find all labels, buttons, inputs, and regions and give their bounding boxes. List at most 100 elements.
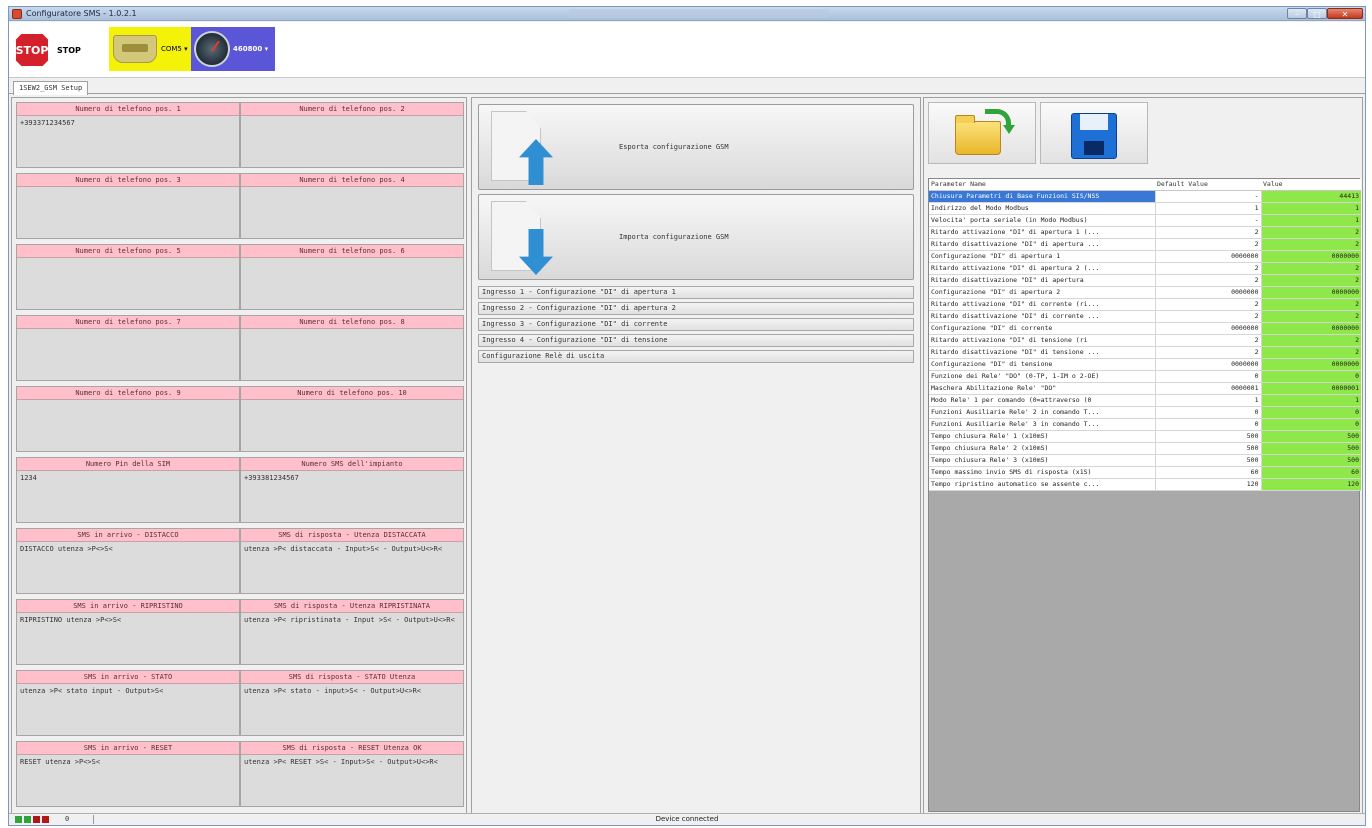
field-input[interactable]: utenza >P< stato - input>S< - Output>U<>… — [241, 684, 463, 699]
field-input[interactable]: utenza >P< distaccata - Input>S< - Outpu… — [241, 542, 463, 557]
cell-value[interactable]: 0 — [1260, 370, 1361, 383]
table-row[interactable]: Tempo chiusura Rele' 2 (x10mS) 500 500 — [929, 442, 1361, 455]
field-input[interactable] — [241, 400, 463, 404]
cell-value[interactable]: 0000000 — [1260, 286, 1361, 299]
stop-sign-icon: STOP — [13, 31, 51, 69]
table-row[interactable]: Tempo massimo invio SMS di risposta (x1S… — [929, 466, 1361, 479]
cell-value[interactable]: 120 — [1260, 478, 1361, 491]
table-row[interactable]: Ritardo disattivazione "DI" di apertura … — [929, 238, 1361, 251]
minimize-button[interactable]: – — [1287, 8, 1307, 19]
table-row[interactable]: Configurazione "DI" di apertura 2 0000000… — [929, 286, 1361, 299]
col-header-name[interactable]: Parameter Name — [929, 179, 1155, 191]
list-item-ingresso-4[interactable]: Ingresso 4 - Configurazione "DI" di tens… — [478, 334, 914, 347]
close-button[interactable]: ✕ — [1327, 8, 1363, 19]
cell-value[interactable]: 0000001 — [1260, 382, 1361, 395]
stop-button[interactable]: STOP STOP — [13, 28, 105, 72]
field-label: Numero di telefono pos. 9 — [17, 387, 239, 400]
field-input[interactable] — [241, 329, 463, 333]
table-row[interactable]: Configurazione "DI" di corrente 0000000 00… — [929, 322, 1361, 335]
table-row[interactable]: Funzione dei Rele' "DO" (0-TP, 1-IM o 2-… — [929, 370, 1361, 383]
table-row[interactable]: Chiusura Parametri di Base Funzioni SIS/… — [929, 190, 1361, 203]
cell-value[interactable]: 500 — [1260, 442, 1361, 455]
cell-value[interactable]: 0 — [1260, 406, 1361, 419]
field-input[interactable]: +393381234567 — [241, 471, 463, 486]
table-row[interactable]: Tempo chiusura Rele' 1 (x10mS) 500 500 — [929, 430, 1361, 443]
cell-value[interactable]: 0000000 — [1260, 322, 1361, 335]
field-input[interactable]: RIPRISTINO utenza >P<>S< — [17, 613, 239, 628]
field-input[interactable]: utenza >P< ripristinata - Input >S< - Ou… — [241, 613, 463, 628]
field-input[interactable] — [241, 258, 463, 262]
cell-value[interactable]: 0000000 — [1260, 250, 1361, 263]
table-row[interactable]: Configurazione "DI" di apertura 1 0000000… — [929, 250, 1361, 263]
field-input[interactable]: +393371234567 — [17, 116, 239, 131]
field-input[interactable] — [17, 329, 239, 333]
cell-default: 0000000 — [1154, 322, 1261, 335]
field-input[interactable]: utenza >P< RESET >S< - Input>S< - Output… — [241, 755, 463, 770]
field-group: SMS di risposta - STATO Utenza utenza >P<… — [240, 670, 464, 736]
table-row[interactable]: Configurazione "DI" di tensione 0000000 00… — [929, 358, 1361, 371]
field-input[interactable] — [241, 187, 463, 191]
table-row[interactable]: Ritardo disattivazione "DI" di apertura 2… — [929, 274, 1361, 287]
table-row[interactable]: Tempo chiusura Rele' 3 (x10mS) 500 500 — [929, 454, 1361, 467]
field-input[interactable]: utenza >P< stato input - Output>S< — [17, 684, 239, 699]
field-input[interactable]: 1234 — [17, 471, 239, 486]
cell-value[interactable]: 2 — [1260, 334, 1361, 347]
cell-value[interactable]: 2 — [1260, 346, 1361, 359]
table-row[interactable]: Maschera Abilitazione Rele' "DO" 0000001 0… — [929, 382, 1361, 395]
table-row[interactable]: Velocita' porta seriale (in Modo Modbus)… — [929, 214, 1361, 227]
cell-value[interactable]: 1 — [1260, 214, 1361, 227]
table-row[interactable]: Ritardo disattivazione "DI" di corrente … — [929, 310, 1361, 323]
cell-value[interactable]: 2 — [1260, 262, 1361, 275]
table-row[interactable]: Indirizzo del Modo Modbus 1 1 — [929, 202, 1361, 215]
cell-value[interactable]: 2 — [1260, 298, 1361, 311]
field-input[interactable]: DISTACCO utenza >P<>S< — [17, 542, 239, 557]
maximize-button[interactable]: □ — [1307, 8, 1327, 19]
list-item-ingresso-2[interactable]: Ingresso 2 - Configurazione "DI" di aper… — [478, 302, 914, 315]
field-input[interactable] — [17, 187, 239, 191]
table-row[interactable]: Funzioni Ausiliarie Rele' 2 in comando T… — [929, 406, 1361, 419]
field-input[interactable] — [241, 116, 463, 120]
cell-default: 1 — [1154, 202, 1261, 215]
import-config-button[interactable]: Importa configurazione GSM — [478, 194, 914, 280]
table-row[interactable]: Ritardo attivazione "DI" di corrente (ri… — [929, 298, 1361, 311]
table-row[interactable]: Funzioni Ausiliarie Rele' 3 in comando T… — [929, 418, 1361, 431]
list-item-ingresso-1[interactable]: Ingresso 1 - Configurazione "DI" di aper… — [478, 286, 914, 299]
table-row[interactable]: Ritardo disattivazione "DI" di tensione … — [929, 346, 1361, 359]
field-input[interactable] — [17, 400, 239, 404]
table-row[interactable]: Ritardo attivazione "DI" di tensione (ri… — [929, 334, 1361, 347]
cell-default: 500 — [1154, 442, 1261, 455]
table-row[interactable]: Ritardo attivazione "DI" di apertura 2 (… — [929, 262, 1361, 275]
field-input[interactable]: RESET utenza >P<>S< — [17, 755, 239, 770]
cell-value[interactable]: 500 — [1260, 430, 1361, 443]
field-group: SMS in arrivo - RIPRISTINO RIPRISTINO ute… — [16, 599, 240, 665]
open-file-button[interactable] — [928, 102, 1036, 164]
cell-value[interactable]: 2 — [1260, 274, 1361, 287]
export-config-button[interactable]: Esporta configurazione GSM — [478, 104, 914, 190]
table-row[interactable]: Modo Rele' 1 per comando (0=attraverso (… — [929, 394, 1361, 407]
cell-value[interactable]: 2 — [1260, 310, 1361, 323]
list-item-ingresso-3[interactable]: Ingresso 3 - Configurazione "DI" di corr… — [478, 318, 914, 331]
parameters-table: Parameter Name Default Value Value Chius… — [929, 179, 1361, 491]
com-port-dropdown[interactable]: COM5 ▾ — [109, 27, 191, 71]
table-row[interactable]: Tempo ripristino automatico se assente c… — [929, 478, 1361, 491]
save-file-button[interactable] — [1040, 102, 1148, 164]
tab-gsm-setup[interactable]: 1SEW2_GSM Setup — [13, 81, 89, 95]
list-item-rele-uscita[interactable]: Configurazione Relè di uscita — [478, 350, 914, 363]
cell-value[interactable]: 60 — [1260, 466, 1361, 479]
cell-default: 0000001 — [1154, 382, 1261, 395]
cell-value[interactable]: 44413 — [1260, 190, 1361, 203]
cell-value[interactable]: 1 — [1260, 394, 1361, 407]
close-icon: ✕ — [1341, 10, 1349, 19]
table-row[interactable]: Ritardo attivazione "DI" di apertura 1 (… — [929, 226, 1361, 239]
cell-value[interactable]: 500 — [1260, 454, 1361, 467]
cell-value[interactable]: 0 — [1260, 418, 1361, 431]
cell-value[interactable]: 0000000 — [1260, 358, 1361, 371]
col-header-value[interactable]: Value — [1261, 179, 1361, 191]
cell-value[interactable]: 1 — [1260, 202, 1361, 215]
field-input[interactable] — [17, 258, 239, 262]
export-config-label: Esporta configurazione GSM — [619, 143, 729, 151]
baudrate-dropdown[interactable]: 460800 ▾ — [191, 27, 275, 71]
col-header-default[interactable]: Default Value — [1155, 179, 1261, 191]
cell-value[interactable]: 2 — [1260, 238, 1361, 251]
cell-value[interactable]: 2 — [1260, 226, 1361, 239]
